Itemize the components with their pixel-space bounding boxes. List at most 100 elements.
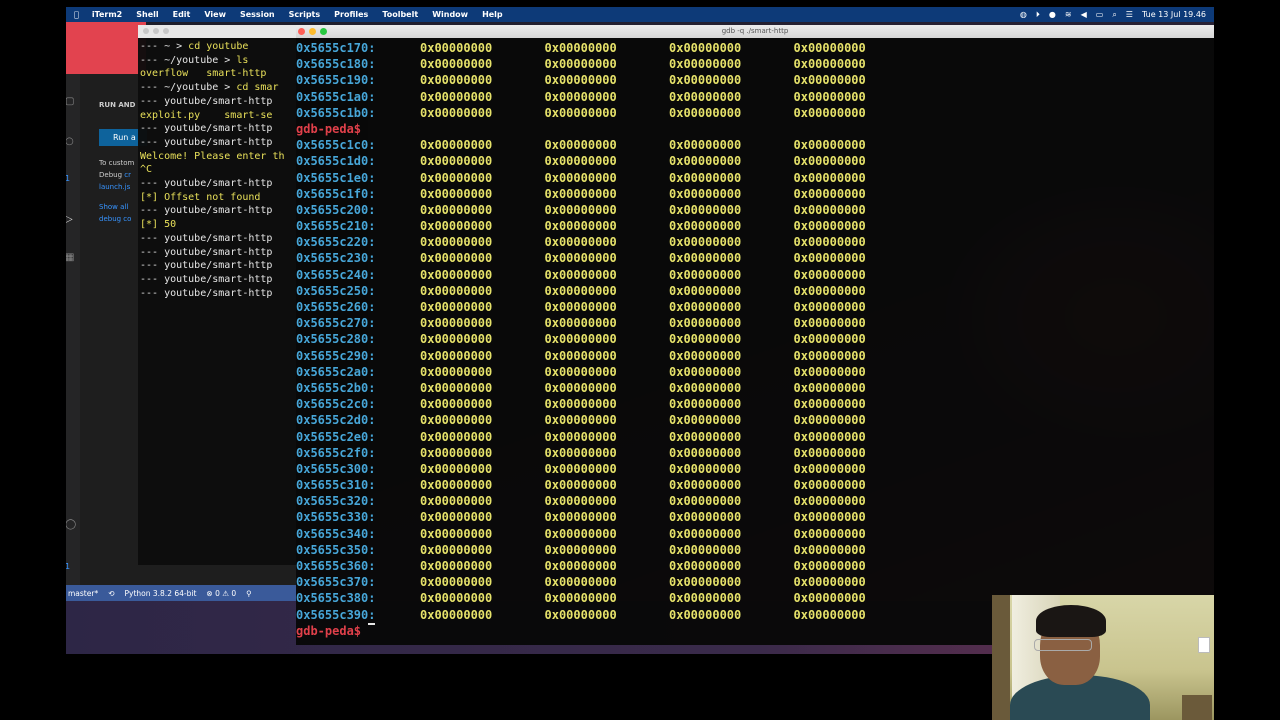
memory-row: 0x5655c1c0: 0x00000000 0x00000000 0x0000000… bbox=[296, 137, 918, 153]
memory-value: 0x00000000 bbox=[420, 494, 493, 509]
problems-indicator[interactable]: ⊗ 0 ⚠ 0 bbox=[206, 589, 236, 598]
menu-shell[interactable]: Shell bbox=[129, 10, 165, 19]
memory-row: 0x5655c230: 0x00000000 0x00000000 0x0000000… bbox=[296, 250, 918, 266]
memory-value: 0x00000000 bbox=[420, 41, 493, 55]
battery-icon[interactable]: ▭ bbox=[1096, 10, 1104, 19]
memory-address: 0x5655c1f0: bbox=[296, 186, 376, 201]
memory-value: 0x00000000 bbox=[669, 138, 742, 153]
memory-value: 0x00000000 bbox=[544, 57, 617, 72]
memory-value: 0x00000000 bbox=[669, 575, 742, 590]
show-all-link[interactable]: Show all bbox=[99, 203, 128, 211]
control-center-icon[interactable]: ☰ bbox=[1126, 10, 1133, 19]
record-icon[interactable]: ● bbox=[1049, 10, 1056, 19]
memory-value: 0x00000000 bbox=[544, 510, 617, 525]
menu-edit[interactable]: Edit bbox=[166, 10, 198, 19]
wifi-icon[interactable]: ≋ bbox=[1065, 10, 1072, 19]
memory-value: 0x00000000 bbox=[669, 445, 742, 460]
git-branch[interactable]: master* bbox=[68, 589, 98, 598]
extensions-icon[interactable]: ▦ bbox=[66, 252, 74, 263]
memory-row: 0x5655c240: 0x00000000 0x00000000 0x0000000… bbox=[296, 267, 918, 283]
memory-address: 0x5655c250: bbox=[296, 283, 376, 298]
menu-view[interactable]: View bbox=[197, 10, 233, 19]
memory-address: 0x5655c1c0: bbox=[296, 138, 376, 153]
menu-app-name[interactable]: iTerm2 bbox=[85, 10, 129, 19]
memory-value: 0x00000000 bbox=[793, 542, 866, 557]
memory-row: 0x5655c320: 0x00000000 0x00000000 0x0000000… bbox=[296, 493, 918, 509]
network-status-icon[interactable]: ◍ bbox=[1020, 10, 1027, 19]
webcam-shelf-item bbox=[1182, 695, 1212, 720]
memory-value: 0x00000000 bbox=[793, 332, 866, 347]
memory-value: 0x00000000 bbox=[669, 332, 742, 347]
memory-value: 0x00000000 bbox=[420, 413, 493, 428]
menubar-clock[interactable]: Tue 13 Jul 19.46 bbox=[1142, 10, 1206, 19]
memory-value: 0x00000000 bbox=[420, 542, 493, 557]
volume-icon[interactable]: ◀ bbox=[1081, 10, 1087, 19]
source-control-badge[interactable]: 1 bbox=[66, 174, 70, 183]
memory-value: 0x00000000 bbox=[669, 170, 742, 185]
memory-value: 0x00000000 bbox=[669, 73, 742, 88]
webcam-person-hair bbox=[1036, 605, 1106, 637]
menu-session[interactable]: Session bbox=[233, 10, 282, 19]
memory-value: 0x00000000 bbox=[793, 316, 866, 331]
memory-value: 0x00000000 bbox=[793, 607, 866, 622]
memory-address: 0x5655c2d0: bbox=[296, 413, 376, 428]
memory-value: 0x00000000 bbox=[669, 542, 742, 557]
memory-value: 0x00000000 bbox=[420, 202, 493, 217]
background-window-strip bbox=[66, 21, 146, 81]
memory-value: 0x00000000 bbox=[544, 461, 617, 476]
terminal-line: --- youtube/smart-http bbox=[140, 287, 285, 301]
gdb-prompt-line[interactable]: gdb-peda$ bbox=[296, 121, 918, 137]
search-icon[interactable]: ○ bbox=[66, 136, 74, 147]
terminal-line: --- ~ > cd youtube bbox=[140, 40, 285, 54]
memory-value: 0x00000000 bbox=[669, 89, 742, 104]
live-share-icon[interactable]: ⚲ bbox=[246, 589, 252, 598]
memory-value: 0x00000000 bbox=[420, 138, 493, 153]
python-interpreter[interactable]: Python 3.8.2 64-bit bbox=[125, 589, 197, 598]
settings-badge[interactable]: 1 bbox=[66, 562, 70, 571]
memory-value: 0x00000000 bbox=[793, 283, 866, 298]
memory-row: 0x5655c390: 0x00000000 0x00000000 0x0000000… bbox=[296, 607, 918, 623]
terminal-line: overflow smart-http bbox=[140, 67, 285, 81]
minimize-button[interactable] bbox=[153, 28, 159, 34]
zoom-button[interactable] bbox=[163, 28, 169, 34]
memory-value: 0x00000000 bbox=[420, 170, 493, 185]
sync-icon[interactable]: ⟲ bbox=[108, 589, 114, 598]
memory-value: 0x00000000 bbox=[544, 526, 617, 541]
close-button[interactable] bbox=[143, 28, 149, 34]
menu-toolbelt[interactable]: Toolbelt bbox=[375, 10, 425, 19]
memory-address: 0x5655c280: bbox=[296, 332, 376, 347]
explorer-icon[interactable]: ▢ bbox=[66, 96, 74, 107]
terminal-text: Welcome! Please enter th bbox=[140, 150, 285, 162]
play-circle-icon[interactable]: ⏵ bbox=[1036, 10, 1040, 20]
menu-help[interactable]: Help bbox=[475, 10, 510, 19]
webcam-door-frame bbox=[992, 595, 1010, 720]
gdb-prompt: gdb-peda$ bbox=[296, 623, 362, 638]
terminal-prompt: --- ~/youtube > bbox=[140, 54, 237, 66]
menu-scripts[interactable]: Scripts bbox=[282, 10, 328, 19]
memory-value: 0x00000000 bbox=[544, 89, 617, 104]
menu-window[interactable]: Window bbox=[425, 10, 475, 19]
run-debug-icon[interactable]: ▷ bbox=[66, 214, 73, 225]
memory-address: 0x5655c1a0: bbox=[296, 89, 376, 104]
apple-menu-icon[interactable]:  bbox=[66, 10, 85, 19]
gdb-prompt-line[interactable]: gdb-peda$ bbox=[296, 622, 918, 639]
memory-row: 0x5655c330: 0x00000000 0x00000000 0x0000000… bbox=[296, 509, 918, 525]
memory-value: 0x00000000 bbox=[420, 591, 493, 606]
memory-value: 0x00000000 bbox=[793, 89, 866, 104]
account-icon[interactable]: ◯ bbox=[66, 519, 76, 530]
create-link[interactable]: cr bbox=[124, 171, 131, 179]
debug-commands-link[interactable]: debug co bbox=[99, 215, 131, 223]
menu-profiles[interactable]: Profiles bbox=[327, 10, 375, 19]
gdb-terminal-window[interactable]: gdb -q ./smart-http 0x5655c170: 0x0000000… bbox=[296, 25, 1214, 645]
terminal-prompt: --- youtube/smart-http bbox=[140, 205, 273, 217]
memory-value: 0x00000000 bbox=[669, 57, 742, 72]
memory-value: 0x00000000 bbox=[544, 380, 617, 395]
memory-value: 0x00000000 bbox=[420, 57, 493, 72]
launch-json-link[interactable]: launch.js bbox=[99, 183, 130, 191]
spotlight-search-icon[interactable]: ⌕ bbox=[1112, 10, 1116, 20]
memory-value: 0x00000000 bbox=[420, 397, 493, 412]
memory-address: 0x5655c1b0: bbox=[296, 105, 376, 120]
memory-value: 0x00000000 bbox=[544, 559, 617, 573]
gdb-terminal-titlebar[interactable]: gdb -q ./smart-http bbox=[296, 25, 1214, 38]
terminal-prompt: --- youtube/smart-http bbox=[140, 232, 273, 244]
